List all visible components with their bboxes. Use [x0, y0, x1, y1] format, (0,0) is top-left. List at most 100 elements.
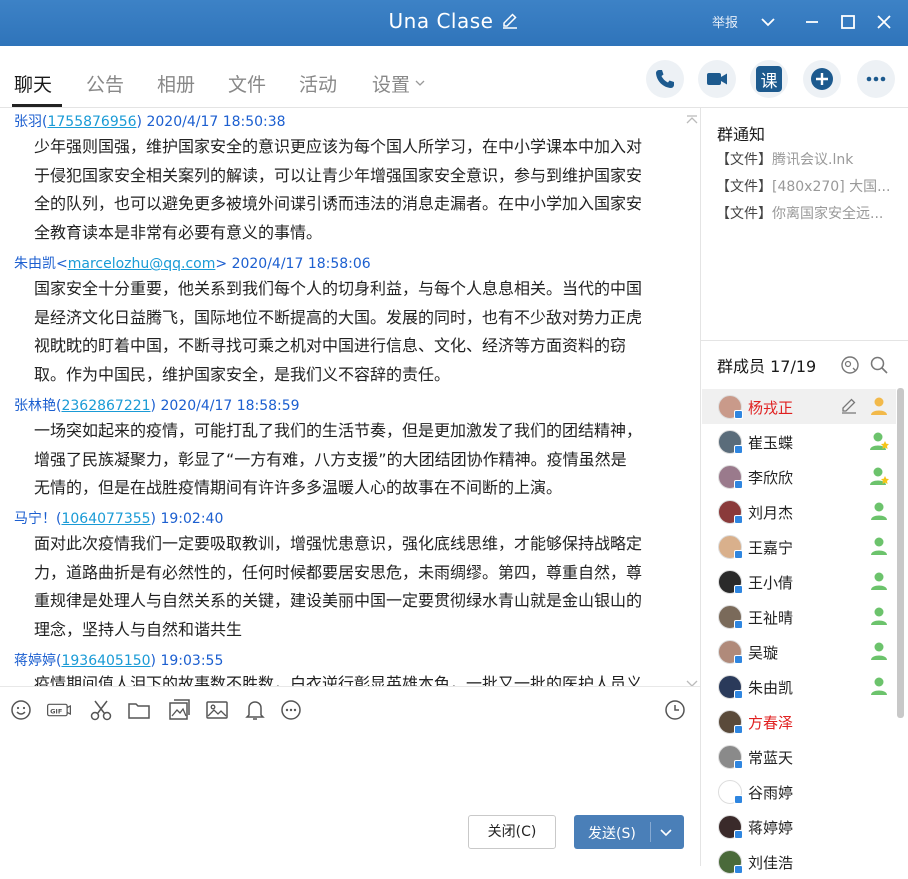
- message-body: 疫情期间值人泪下的故事数不胜数，白衣逆行彰显英雄本色，一批又一批的医护人员义: [34, 670, 686, 686]
- picture-icon[interactable]: [204, 697, 230, 723]
- sender-name[interactable]: 朱由凯: [14, 256, 56, 272]
- sender-name[interactable]: 张林艳: [14, 398, 56, 414]
- input-divider: [0, 686, 700, 687]
- sender-name[interactable]: 蒋婷婷: [14, 653, 56, 669]
- tab-chat[interactable]: 聊天: [14, 70, 52, 97]
- uid-bracket: >: [215, 256, 228, 272]
- course-button[interactable]: 课: [750, 60, 788, 98]
- notice-text: 你离国家安全远...: [772, 206, 884, 222]
- scissors-icon[interactable]: [88, 697, 114, 723]
- chevron-down-icon[interactable]: [756, 10, 780, 34]
- message-line: 一场突如起来的疫情，可能打乱了我们的生活节奏，但是更加激发了我们的团结精神，: [34, 421, 643, 440]
- member-item[interactable]: 蒋婷婷: [702, 809, 896, 844]
- maximize-icon[interactable]: [836, 10, 860, 34]
- member-name: 王小倩: [748, 574, 794, 592]
- member-name: 方春泽: [748, 714, 794, 732]
- member-item[interactable]: 刘佳浩: [702, 844, 896, 879]
- message-line: 全教育读本是非常有必要有意义的事情。: [34, 222, 323, 242]
- sender-id[interactable]: marcelozhu@qq.com: [68, 256, 216, 272]
- member-item[interactable]: 王祉晴: [702, 599, 896, 634]
- notice-tag: 【文件】: [716, 152, 772, 168]
- edit-pencil-icon[interactable]: [840, 397, 858, 415]
- message-time: 2020/4/17 18:58:59: [160, 398, 300, 414]
- send-button[interactable]: 发送(S): [574, 815, 684, 849]
- close-icon[interactable]: [872, 10, 896, 34]
- device-status-icon: [734, 515, 743, 524]
- folder-icon[interactable]: [126, 697, 152, 723]
- member-item[interactable]: 常蓝天: [702, 739, 896, 774]
- chat-message-area[interactable]: 张羽(1755876956) 2020/4/17 18:50:38 少年强则国强…: [0, 108, 700, 686]
- add-member-icon[interactable]: [840, 355, 860, 375]
- tab-settings[interactable]: 设置: [372, 70, 426, 97]
- device-status-icon: [734, 480, 743, 489]
- phone-icon: [656, 70, 674, 88]
- group-notice-title[interactable]: 群通知: [717, 121, 765, 145]
- member-item[interactable]: 崔玉蝶: [702, 424, 896, 459]
- member-item[interactable]: 王小倩: [702, 564, 896, 599]
- message-line: 全的队列，也可以避免更多被境外间谍引诱而违法的消息走漏者。在中小学加入国家安: [34, 194, 643, 213]
- message-line: 视眈眈的盯着中国，不断寻找可乘之机对中国进行信息、文化、经济等方面资料的窃: [34, 336, 627, 355]
- admin-role-icon: [868, 430, 890, 452]
- sender-name[interactable]: 马宁！: [14, 511, 56, 527]
- sender-id[interactable]: 1064077355: [61, 511, 150, 527]
- report-link[interactable]: 举报: [712, 12, 738, 31]
- member-item[interactable]: 方春泽: [702, 704, 896, 739]
- add-button[interactable]: [803, 60, 841, 98]
- message-line: 取。作为中国民，维护国家安全，是我们义不容辞的责任。: [34, 364, 451, 384]
- sender-id[interactable]: 1936405150: [61, 653, 150, 669]
- scroll-up-icon[interactable]: [686, 110, 698, 124]
- member-item[interactable]: 李欣欣: [702, 459, 896, 494]
- device-status-icon: [734, 655, 743, 664]
- member-item[interactable]: 王嘉宁: [702, 529, 896, 564]
- sender-id[interactable]: 2362867221: [61, 398, 150, 414]
- more-options-button[interactable]: [857, 60, 895, 98]
- voice-call-button[interactable]: [646, 60, 684, 98]
- message-header: 朱由凯<marcelozhu@qq.com> 2020/4/17 18:58:0…: [14, 253, 371, 273]
- member-count-title: 群成员 17/19: [717, 357, 817, 376]
- chevron-down-icon[interactable]: [658, 824, 674, 840]
- device-status-icon: [734, 445, 743, 454]
- member-name: 常蓝天: [748, 749, 794, 767]
- search-icon[interactable]: [869, 355, 889, 375]
- message-time: 2020/4/17 18:58:06: [231, 256, 371, 272]
- tab-bar: 聊天 公告 相册 文件 活动 设置 课: [0, 46, 908, 108]
- history-clock-icon[interactable]: [662, 697, 688, 723]
- tab-announcement[interactable]: 公告: [86, 70, 124, 97]
- bell-icon[interactable]: [242, 697, 268, 723]
- notice-item[interactable]: 【文件】腾讯会议.lnk: [716, 149, 853, 169]
- member-name: 杨戎正: [748, 399, 794, 417]
- member-item[interactable]: 谷雨婷: [702, 774, 896, 809]
- panel-section-divider: [701, 340, 908, 341]
- notice-item[interactable]: 【文件】[480x270] 大国...: [716, 176, 890, 196]
- scroll-down-icon[interactable]: [686, 674, 698, 686]
- gif-icon[interactable]: GIF: [46, 697, 78, 723]
- close-button[interactable]: 关闭(C): [468, 815, 556, 849]
- tab-files[interactable]: 文件: [228, 70, 266, 97]
- minimize-icon[interactable]: [800, 10, 824, 34]
- video-call-button[interactable]: [698, 60, 736, 98]
- tab-activity[interactable]: 活动: [299, 70, 337, 97]
- sender-name[interactable]: 张羽: [14, 114, 42, 130]
- more-icon[interactable]: [278, 697, 304, 723]
- member-item[interactable]: 杨戎正: [702, 389, 896, 424]
- message-input[interactable]: [0, 730, 700, 808]
- message-line: 国家安全十分重要，他关系到我们每个人的切身利益，与每个人息息相关。当代的中国: [34, 279, 643, 298]
- device-status-icon: [734, 550, 743, 559]
- message-time: 19:02:40: [160, 511, 224, 527]
- member-list-scrollbar[interactable]: [897, 388, 904, 718]
- image-gallery-icon[interactable]: [166, 697, 192, 723]
- sender-id[interactable]: 1755876956: [47, 114, 136, 130]
- tab-album[interactable]: 相册: [157, 70, 195, 97]
- notice-item[interactable]: 【文件】你离国家安全远...: [716, 203, 883, 223]
- member-item[interactable]: 吴璇: [702, 634, 896, 669]
- message-header: 马宁！(1064077355) 19:02:40: [14, 508, 223, 528]
- message-time: 2020/4/17 18:50:38: [146, 114, 286, 130]
- notice-text: [480x270] 大国...: [772, 179, 891, 195]
- member-item[interactable]: 刘月杰: [702, 494, 896, 529]
- member-item[interactable]: 朱由凯: [702, 669, 896, 704]
- member-name: 王嘉宁: [748, 539, 794, 557]
- edit-pencil-icon[interactable]: [501, 11, 519, 29]
- device-status-icon: [734, 830, 743, 839]
- send-divider: [650, 822, 651, 842]
- emoji-icon[interactable]: [8, 697, 34, 723]
